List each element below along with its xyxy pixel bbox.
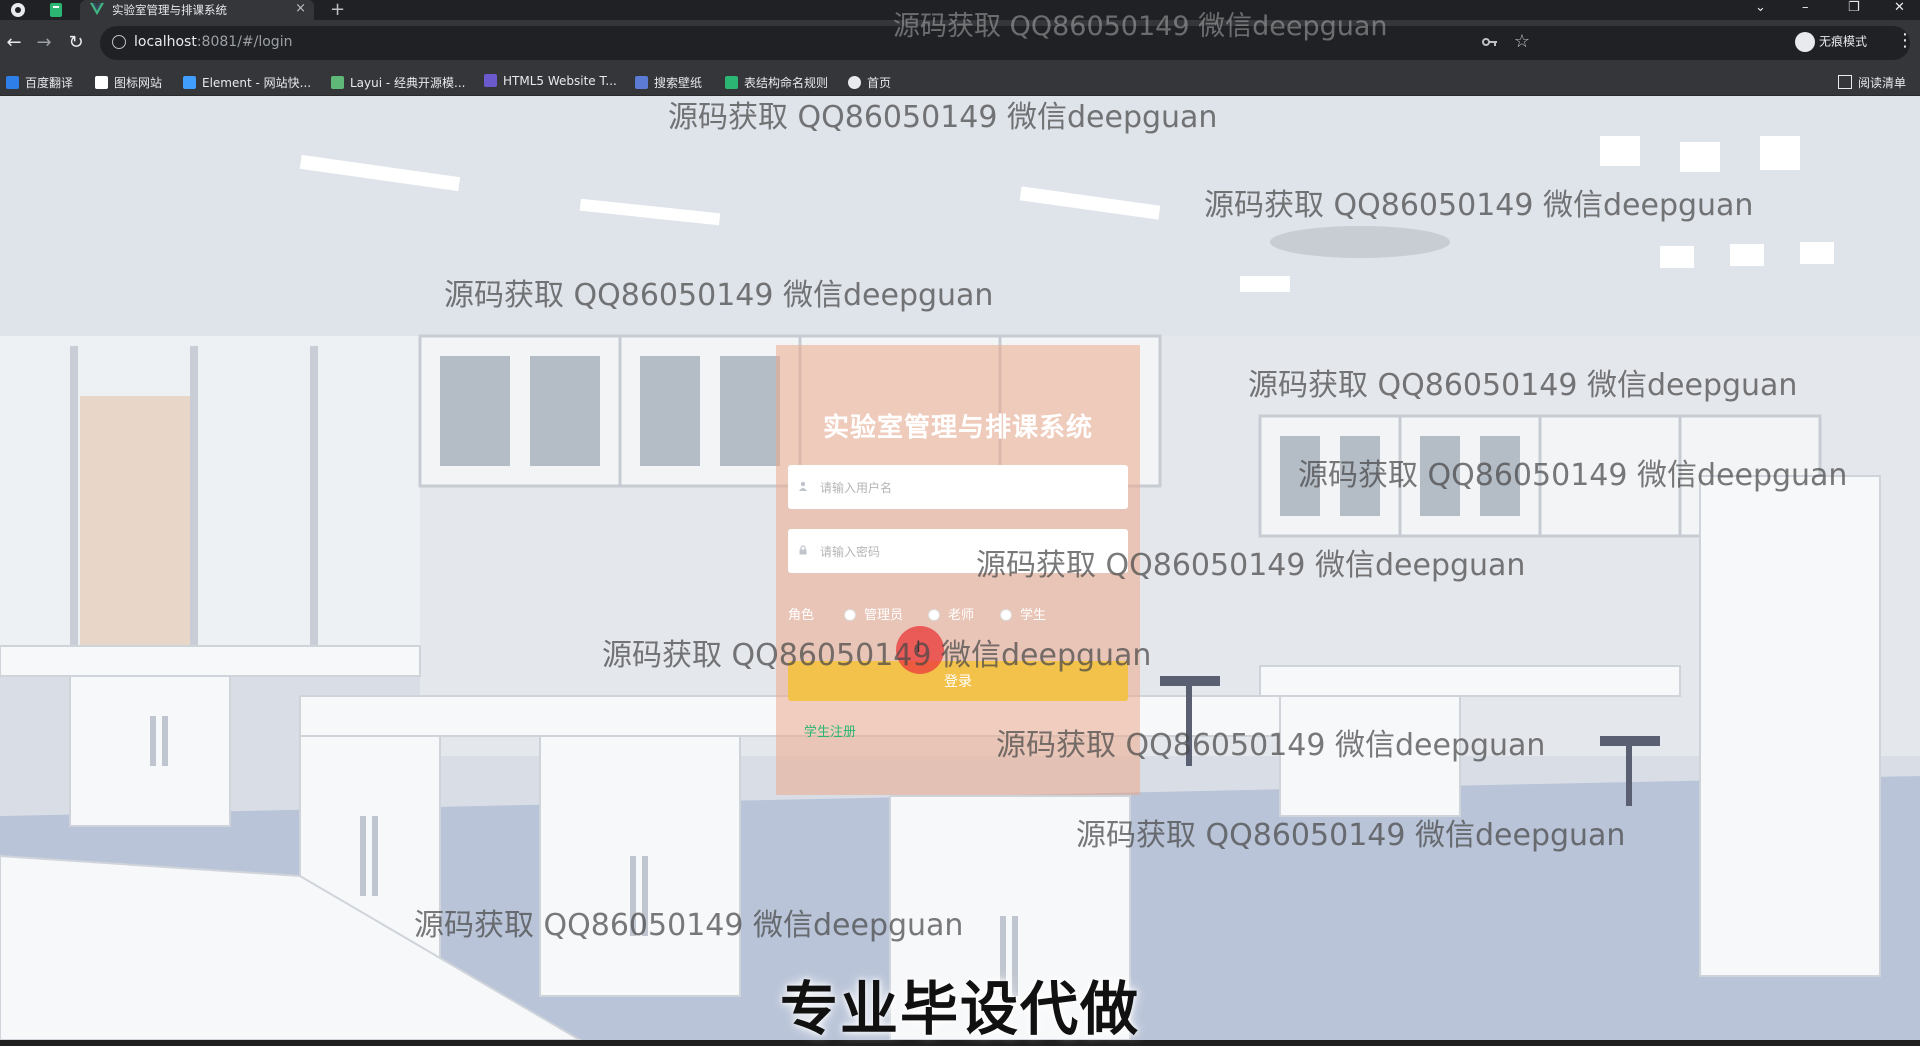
restore-icon[interactable]: ❐ (1848, 0, 1860, 15)
sheet-icon (725, 76, 738, 89)
incognito-icon (1795, 32, 1815, 52)
bookmark-item[interactable]: Layui - 经典开源模... (331, 74, 465, 91)
username-input[interactable] (818, 465, 1112, 511)
watermark-text: 源码获取 QQ86050149 微信deepguan (668, 100, 1218, 135)
bookmark-item[interactable]: 首页 (848, 74, 891, 91)
layui-logo-icon (331, 76, 344, 89)
role-label: 角色 (788, 608, 815, 623)
role-selector: 角色 管理员 老师 学生 (788, 602, 1128, 623)
role-radio-admin[interactable]: 管理员 (844, 604, 903, 623)
role-radio-student[interactable]: 学生 (1000, 604, 1046, 623)
login-page: 实验室管理与排课系统 角色 管理员 老师 学生 登录 学生注册 I 源码获取 Q… (0, 96, 1920, 1040)
watermark-text: 源码获取 QQ86050149 微信deepguan (1204, 188, 1754, 223)
element-logo-icon (183, 76, 196, 89)
browser-app-icon[interactable] (10, 2, 26, 18)
reload-icon[interactable]: ↻ (66, 33, 86, 53)
incognito-indicator[interactable]: 无痕模式 (1795, 32, 1867, 52)
watermark-text: 源码获取 QQ86050149 微信deepguan (602, 638, 1152, 673)
radio-circle-icon[interactable] (928, 609, 940, 621)
home-globe-icon (848, 76, 861, 89)
forward-icon[interactable]: → (34, 33, 54, 53)
bookmark-star-icon[interactable]: ☆ (1514, 31, 1530, 52)
bookmark-item[interactable]: Element - 网站快... (183, 74, 311, 91)
username-field[interactable] (788, 465, 1128, 511)
minimize-icon[interactable]: – (1802, 0, 1809, 15)
new-tab-button[interactable]: + (330, 0, 345, 20)
watermark-text: 源码获取 QQ86050149 微信deepguan (1076, 818, 1626, 853)
back-icon[interactable]: ← (4, 33, 24, 53)
bookmark-item[interactable]: HTML5 Website T... (484, 74, 617, 88)
user-icon (799, 481, 807, 491)
close-window-icon[interactable]: ✕ (1894, 0, 1905, 15)
url-text[interactable]: localhost:8081/#/login (134, 34, 292, 50)
vue-logo-icon (90, 2, 104, 16)
system-title: 实验室管理与排课系统 (822, 413, 1093, 443)
password-key-icon[interactable] (1482, 35, 1498, 49)
bookmark-item[interactable]: 表结构命名规则 (725, 74, 828, 91)
radio-circle-icon[interactable] (844, 609, 856, 621)
flag-icon (95, 76, 108, 89)
pinned-tab-icon[interactable] (48, 2, 64, 18)
browser-menu-icon[interactable]: ⋮ (1896, 30, 1914, 51)
role-radio-teacher[interactable]: 老师 (928, 604, 974, 623)
translate-icon (6, 76, 19, 89)
promo-banner: 专业毕设代做 (779, 975, 1140, 1043)
tab-title: 实验室管理与排课系统 (112, 3, 227, 17)
tab-close-icon[interactable]: × (295, 1, 306, 16)
reading-list-icon (1838, 75, 1852, 89)
student-register-link[interactable]: 学生注册 (804, 721, 856, 740)
lock-icon (799, 545, 807, 555)
html5-icon (484, 74, 497, 87)
watermark-text: 源码获取 QQ86050149 微信deepguan (893, 11, 1388, 42)
bookmark-item[interactable]: 百度翻译 (6, 74, 73, 91)
watermark-text: 源码获取 QQ86050149 微信deepguan (1298, 458, 1848, 493)
tab-search-icon[interactable]: ⌄ (1755, 0, 1766, 15)
watermark-text: 源码获取 QQ86050149 微信deepguan (996, 728, 1546, 763)
wallpaper-icon (635, 76, 648, 89)
watermark-text: 源码获取 QQ86050149 微信deepguan (1248, 368, 1798, 403)
watermark-text: 源码获取 QQ86050149 微信deepguan (414, 908, 964, 943)
active-tab[interactable]: 实验室管理与排课系统 × (80, 0, 314, 20)
bookmark-item[interactable]: 搜索壁纸 (635, 74, 702, 91)
bookmarks-bar: 百度翻译 图标网站 Element - 网站快... Layui - 经典开源模… (0, 67, 1920, 96)
incognito-label: 无痕模式 (1819, 34, 1868, 49)
site-info-icon[interactable] (112, 35, 126, 49)
watermark-text: 源码获取 QQ86050149 微信deepguan (444, 278, 994, 313)
reading-list[interactable]: 阅读清单 (1838, 74, 1906, 91)
watermark-text: 源码获取 QQ86050149 微信deepguan (976, 548, 1526, 583)
bookmark-item[interactable]: 图标网站 (95, 74, 162, 91)
radio-circle-icon[interactable] (1000, 609, 1012, 621)
